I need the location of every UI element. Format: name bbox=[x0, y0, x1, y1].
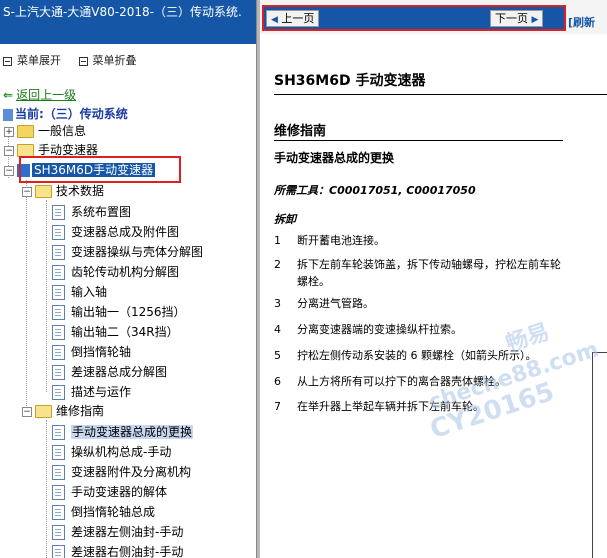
collapse-icon[interactable]: − bbox=[22, 406, 32, 417]
collapse-icon[interactable]: − bbox=[4, 145, 14, 156]
collapse-icon[interactable]: − bbox=[4, 165, 14, 176]
back-link-label[interactable]: 返回上一级 bbox=[16, 88, 76, 102]
tree-leaf[interactable]: 操纵机构总成-手动 bbox=[52, 443, 171, 462]
next-page-button[interactable]: 下一页 ▶ bbox=[490, 10, 544, 27]
procedure-step: 1 断开蓄电池连接。 bbox=[274, 234, 385, 247]
square-icon bbox=[78, 56, 88, 66]
tree-leaf[interactable]: 输出轴一（1256挡） bbox=[52, 303, 186, 322]
removal-heading: 拆卸 bbox=[274, 213, 296, 226]
collapse-icon[interactable]: − bbox=[22, 186, 32, 197]
content-pane: ◀ 上一页 下一页 ▶ [刷新 SH36M6D 手动变速器 维修指南 手动变速器… bbox=[260, 0, 607, 558]
tree-item-tech-data[interactable]: − 技术数据 bbox=[22, 182, 104, 201]
tree-leaf[interactable]: 变速器附件及分离机构 bbox=[52, 463, 191, 482]
folder-icon bbox=[17, 125, 34, 138]
tree-leaf[interactable]: 变速器总成及附件图 bbox=[52, 223, 179, 242]
section-heading: 维修指南 bbox=[274, 124, 327, 139]
sidebar: S-上汽大通-大通V80-2018-（三）传动系统. 菜单展开 菜单折叠 ⇐ 返回… bbox=[0, 0, 256, 558]
document-icon bbox=[52, 505, 65, 520]
document-icon bbox=[52, 325, 65, 340]
document-icon bbox=[52, 485, 65, 500]
document-page: SH36M6D 手动变速器 维修指南 手动变速器总成的更换 所需工具：C0001… bbox=[260, 34, 607, 558]
folder-open-icon bbox=[35, 185, 52, 198]
arrow-left-icon: ◀ bbox=[271, 15, 278, 25]
document-icon bbox=[52, 285, 65, 300]
required-tools: 所需工具：C00017051, C00017050 bbox=[274, 184, 476, 197]
tree-leaf[interactable]: 描述与运作 bbox=[52, 383, 131, 402]
back-link[interactable]: ⇐ 返回上一级 bbox=[3, 86, 76, 103]
document-icon bbox=[52, 345, 65, 360]
menu-expand-button[interactable]: 菜单展开 bbox=[3, 54, 61, 67]
tree-leaf[interactable]: 倒挡惰轮轴总成 bbox=[52, 503, 155, 522]
tree-item-repair-guide[interactable]: − 维修指南 bbox=[22, 402, 104, 421]
tree-leaf[interactable]: 手动变速器的解体 bbox=[52, 483, 167, 502]
selection-highlight-box bbox=[19, 156, 181, 183]
document-icon bbox=[52, 305, 65, 320]
tree-leaf[interactable]: 倒挡惰轮轴 bbox=[52, 343, 131, 362]
sidebar-title: S-上汽大通-大通V80-2018-（三）传动系统. bbox=[0, 0, 256, 44]
document-icon bbox=[52, 265, 65, 280]
document-icon bbox=[52, 245, 65, 260]
section-rule bbox=[274, 140, 563, 141]
book-icon bbox=[3, 108, 13, 121]
tree-leaf[interactable]: 系统布置图 bbox=[52, 203, 131, 222]
document-icon bbox=[52, 545, 65, 558]
tree-leaf-selected[interactable]: 手动变速器总成的更换 bbox=[52, 423, 194, 442]
tree-leaf[interactable]: 变速器操纵与壳体分解图 bbox=[52, 243, 203, 262]
expand-icon[interactable]: + bbox=[4, 126, 14, 137]
document-icon bbox=[52, 205, 65, 220]
tree-leaf[interactable]: 差速器总成分解图 bbox=[52, 363, 167, 382]
arrow-right-icon: ▶ bbox=[531, 15, 539, 25]
tree-leaf[interactable]: 差速器右侧油封-手动 bbox=[52, 543, 183, 558]
tree-leaf[interactable]: 输入轴 bbox=[52, 283, 107, 302]
document-icon bbox=[52, 365, 65, 380]
document-icon bbox=[52, 525, 65, 540]
menu-collapse-button[interactable]: 菜单折叠 bbox=[78, 54, 137, 67]
document-icon bbox=[52, 425, 65, 440]
document-icon bbox=[52, 445, 65, 460]
tree-item-general[interactable]: + 一般信息 bbox=[4, 122, 86, 141]
document-icon bbox=[52, 465, 65, 480]
procedure-step: 3 分离进气管路。 bbox=[274, 297, 374, 310]
back-arrow-icon: ⇐ bbox=[3, 88, 14, 102]
folder-open-icon bbox=[35, 405, 52, 418]
tree-leaf[interactable]: 齿轮传动机构分解图 bbox=[52, 263, 179, 282]
square-icon bbox=[3, 56, 12, 66]
document-icon bbox=[52, 385, 65, 400]
document-icon bbox=[52, 225, 65, 240]
figure-frame bbox=[592, 352, 607, 558]
menu-controls: 菜单展开 菜单折叠 bbox=[3, 52, 151, 68]
current-location: 当前:（三）传动系统 bbox=[3, 105, 128, 122]
nav-highlight-box: ◀ 上一页 下一页 ▶ bbox=[262, 5, 566, 31]
tree-leaf[interactable]: 差速器左侧油封-手动 bbox=[52, 523, 183, 542]
prev-page-button[interactable]: ◀ 上一页 bbox=[266, 10, 320, 27]
subsection-heading: 手动变速器总成的更换 bbox=[274, 151, 395, 165]
nav-bar: ◀ 上一页 下一页 ▶ [刷新 bbox=[260, 0, 607, 34]
procedure-step: 2 拆下左前车轮装饰盖，拆下传动轴螺母，拧松左前车轮螺栓。 bbox=[274, 258, 561, 288]
title-rule bbox=[274, 94, 607, 95]
tree-leaf[interactable]: 输出轴二（34R挡） bbox=[52, 323, 179, 342]
refresh-link[interactable]: [刷新 bbox=[568, 14, 595, 30]
document-title: SH36M6D 手动变速器 bbox=[274, 73, 426, 89]
